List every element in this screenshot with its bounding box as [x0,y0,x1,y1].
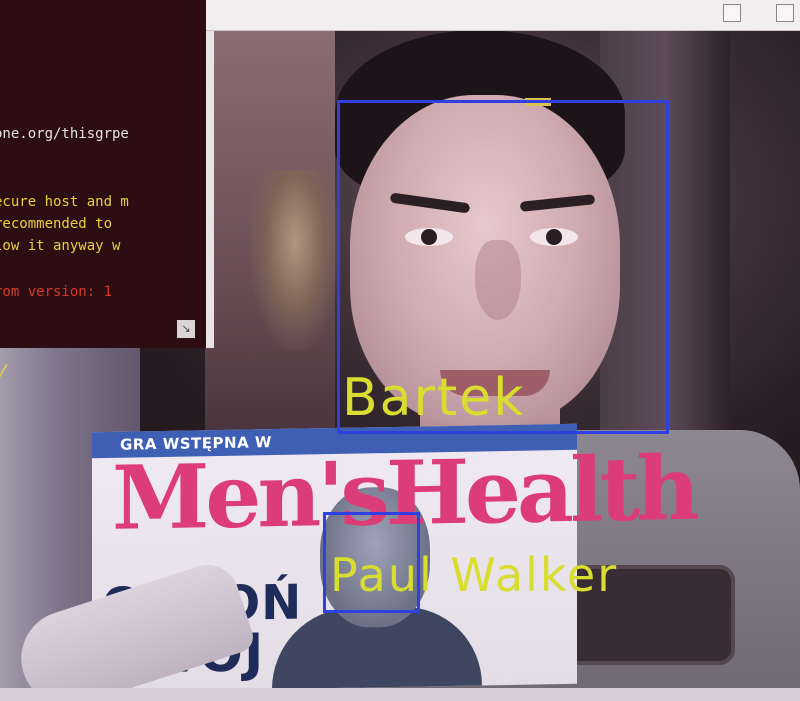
monitor-bezel-bottom [0,688,800,701]
plant [250,170,340,350]
webcam-frame: GRA WSTĘPNA W Men'sHealth OBROŃ SWOJ one… [0,0,800,701]
face-label: Paul Walker [330,548,619,602]
terminal-line: recommended to [0,216,113,232]
terminal-window[interactable]: one.org/thisgrpe ecure host and m recomm… [0,0,214,348]
cursor-marker-icon: ⁄ [0,362,4,387]
terminal-line: low it anyway w [0,238,121,254]
minimize-icon[interactable] [723,4,741,22]
scroll-down-arrow-icon[interactable]: ↘ [177,320,195,338]
maximize-icon[interactable] [776,4,794,22]
terminal-line: rom version: 1 [0,284,113,300]
face-label: Bartek [342,368,526,428]
terminal-line: ecure host and m [0,194,129,210]
window-titlebar[interactable] [206,0,800,31]
terminal-line: one.org/thisgrpe [0,126,129,142]
